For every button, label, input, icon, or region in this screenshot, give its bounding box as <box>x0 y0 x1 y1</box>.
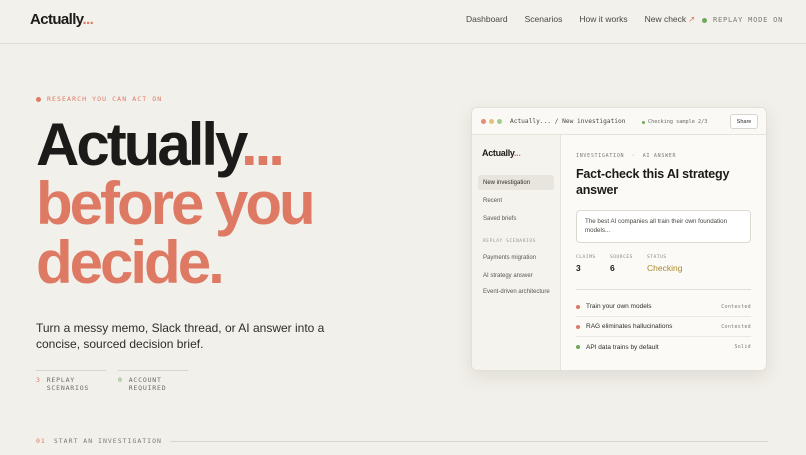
hero-stats: 3 REPLAY SCENARIOS 0 ACCOUNT REQUIRED <box>36 370 188 392</box>
share-button[interactable]: Share <box>730 114 758 129</box>
sidebar-logo-dots: ... <box>513 148 521 158</box>
metric-label-claims: CLAIMS <box>576 255 596 260</box>
metric-value-claims: 3 <box>576 263 581 273</box>
new-check-label: New check <box>644 14 687 24</box>
metric-label-status: STATUS <box>647 255 667 260</box>
stat-label: REPLAY SCENARIOS <box>46 376 90 392</box>
brand-logo[interactable]: Actually... <box>30 11 94 28</box>
replay-mode-indicator[interactable]: REPLAY MODE ON <box>702 16 783 24</box>
stat-number: 0 <box>118 376 123 384</box>
app-sidebar: Actually... New investigation Recent Sav… <box>472 135 561 370</box>
arrow-up-right-icon: ↗ <box>688 14 696 24</box>
claims-divider <box>576 289 751 290</box>
breadcrumb: Actually... / New investigation <box>510 118 626 125</box>
source-quote-box[interactable]: The best AI companies all train their ow… <box>576 210 751 243</box>
verdict-dot-icon <box>576 304 580 309</box>
claim-verdict: Solid <box>734 344 751 350</box>
stat-account-required: 0 ACCOUNT REQUIRED <box>118 370 188 392</box>
nav-link-how-it-works[interactable]: How it works <box>579 14 627 25</box>
claim-verdict: Contested <box>721 303 751 310</box>
top-nav: Actually... Dashboard Scenarios How it w… <box>0 0 806 44</box>
window-titlebar: Actually... / New investigation Checking… <box>472 108 766 135</box>
logo-text: Actually <box>30 11 83 28</box>
sidebar-item-recent[interactable]: Recent <box>478 193 554 208</box>
sidebar-item-saved-briefs[interactable]: Saved briefs <box>478 211 554 226</box>
claim-row[interactable]: RAG eliminates hallucinations Contested <box>576 317 751 337</box>
hero-title-word: Actually <box>36 111 244 178</box>
hero-subtitle: Turn a messy memo, Slack thread, or AI a… <box>36 321 325 351</box>
verdict-dot-icon <box>576 324 580 329</box>
claim-text: API data trains by default <box>586 343 659 351</box>
nav-links: Dashboard Scenarios How it works New che… <box>466 14 695 25</box>
stat-replay-scenarios: 3 REPLAY SCENARIOS <box>36 370 106 392</box>
sidebar-section-heading: REPLAY SCENARIOS <box>483 239 536 244</box>
hero-title-line3: decide. <box>36 229 225 296</box>
eyebrow-text: RESEARCH YOU CAN ACT ON <box>47 95 163 103</box>
sidebar-item-ai-strategy-answer[interactable]: AI strategy answer <box>478 268 554 283</box>
logo-dots: ... <box>82 11 94 28</box>
claim-row[interactable]: Train your own models Contested <box>576 297 751 317</box>
hero-title-line1: Actually... <box>36 115 313 175</box>
sidebar-item-payments-migration[interactable]: Payments migration <box>478 250 554 265</box>
metric-label-sources: SOURCES <box>610 255 633 260</box>
checking-dot-icon <box>642 120 645 124</box>
eyebrow-dot-icon <box>36 96 41 102</box>
sidebar-logo[interactable]: Actually... <box>482 148 521 158</box>
sidebar-item-event-driven-architecture[interactable]: Event-driven architecture <box>478 286 554 308</box>
metric-value-status: Checking <box>647 263 683 273</box>
window-controls <box>481 119 502 124</box>
investigation-title: Fact-check this AI strategy answer <box>576 167 730 197</box>
metric-value-sources: 6 <box>610 263 615 273</box>
nav-new-check-button[interactable]: New check ↗ <box>645 14 696 25</box>
hero-title: Actually... before you decide. <box>36 115 316 296</box>
start-investigation-section[interactable]: 01 START AN INVESTIGATION <box>36 437 768 445</box>
claim-verdict: Contested <box>721 323 751 330</box>
section-divider <box>169 440 768 442</box>
sidebar-item-new-investigation[interactable]: New investigation <box>478 175 554 190</box>
investigation-panel: INVESTIGATION · AI ANSWER Fact-check thi… <box>561 135 766 370</box>
close-dot-icon <box>481 119 486 124</box>
hero-eyebrow: RESEARCH YOU CAN ACT ON <box>36 95 162 103</box>
claim-text: Train your own models <box>586 303 652 310</box>
checking-status: Checking sample 2/3 <box>642 119 707 125</box>
maximize-dot-icon <box>497 119 502 124</box>
hero-title-dots: ... <box>240 111 285 178</box>
verdict-dot-icon <box>576 345 580 349</box>
claim-text: RAG eliminates hallucinations <box>586 323 673 330</box>
claim-row[interactable]: API data trains by default Solid <box>576 337 751 357</box>
stat-label: ACCOUNT REQUIRED <box>128 376 167 392</box>
app-preview-window: Actually... / New investigation Checking… <box>471 107 767 371</box>
section-index: 01 <box>36 437 46 445</box>
hero-title-line2: before you <box>36 170 316 237</box>
investigation-eyebrow: INVESTIGATION · AI ANSWER <box>576 153 677 159</box>
checking-label: Checking sample 2/3 <box>648 119 708 125</box>
replay-mode-label: REPLAY MODE ON <box>713 16 784 24</box>
minimize-dot-icon <box>489 119 494 124</box>
status-dot-icon <box>702 17 707 23</box>
section-label: START AN INVESTIGATION <box>53 437 162 445</box>
nav-link-scenarios[interactable]: Scenarios <box>525 14 563 25</box>
stat-number: 3 <box>36 376 41 384</box>
sidebar-logo-text: Actually <box>482 148 514 158</box>
nav-link-dashboard[interactable]: Dashboard <box>466 14 508 25</box>
